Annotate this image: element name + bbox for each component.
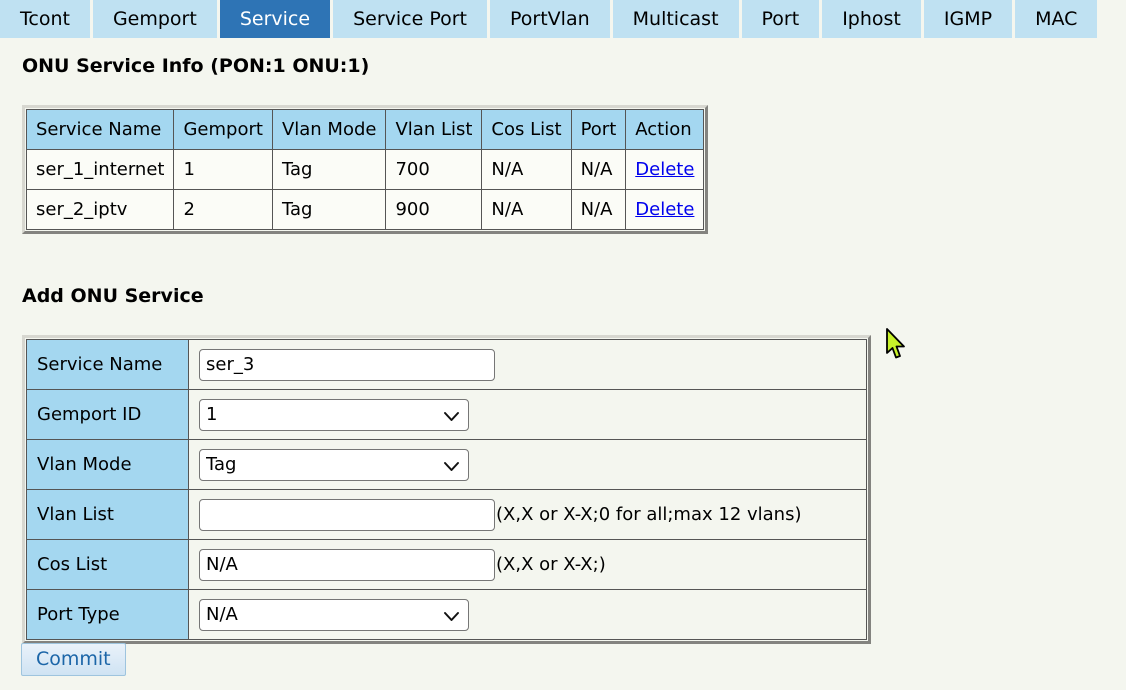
cell-vlan-mode: Tag	[272, 150, 386, 190]
vlan-list-hint: (X,X or X-X;0 for all;max 12 vlans)	[495, 504, 802, 525]
tab-igmp[interactable]: IGMP	[924, 0, 1012, 38]
cell-cos-list: N/A	[482, 150, 571, 190]
form-row-port-type: Port Type N/A	[27, 590, 867, 640]
cell-service-name: ser_1_internet	[27, 150, 174, 190]
cell-gemport: 1	[174, 150, 272, 190]
field-cos-list: (X,X or X-X;)	[189, 540, 867, 590]
add-onu-service-form-table: Service Name Gemport ID 1	[26, 339, 867, 640]
tab-mac[interactable]: MAC	[1015, 0, 1097, 38]
column-header-service-name: Service Name	[27, 110, 174, 150]
page-root: Tcont Gemport Service Service Port PortV…	[0, 0, 1126, 690]
tab-gemport[interactable]: Gemport	[93, 0, 217, 38]
mouse-cursor	[885, 328, 909, 366]
cell-port: N/A	[571, 190, 626, 230]
add-onu-service-heading: Add ONU Service	[22, 285, 204, 307]
cell-port: N/A	[571, 150, 626, 190]
column-header-action: Action	[626, 110, 704, 150]
cell-vlan-mode: Tag	[272, 190, 386, 230]
commit-button[interactable]: Commit	[21, 643, 126, 676]
form-row-service-name: Service Name	[27, 340, 867, 390]
cell-gemport: 2	[174, 190, 272, 230]
table-row: ser_2_iptv 2 Tag 900 N/A N/A Delete	[27, 190, 704, 230]
field-vlan-mode: Tag	[189, 440, 867, 490]
onu-service-info-table: Service Name Gemport Vlan Mode Vlan List…	[26, 109, 704, 230]
cell-action: Delete	[626, 190, 704, 230]
delete-link[interactable]: Delete	[635, 159, 694, 180]
onu-service-info-table-container: Service Name Gemport Vlan Mode Vlan List…	[22, 105, 708, 234]
form-row-gemport-id: Gemport ID 1	[27, 390, 867, 440]
tab-bar: Tcont Gemport Service Service Port PortV…	[0, 0, 1126, 38]
cos-list-input[interactable]	[199, 549, 495, 581]
vlan-list-input[interactable]	[199, 499, 495, 531]
form-row-vlan-mode: Vlan Mode Tag	[27, 440, 867, 490]
tab-iphost[interactable]: Iphost	[822, 0, 921, 38]
tab-service[interactable]: Service	[220, 0, 330, 38]
form-row-vlan-list: Vlan List (X,X or X-X;0 for all;max 12 v…	[27, 490, 867, 540]
field-service-name	[189, 340, 867, 390]
tab-service-port[interactable]: Service Port	[333, 0, 487, 38]
column-header-vlan-list: Vlan List	[386, 110, 482, 150]
field-port-type: N/A	[189, 590, 867, 640]
label-port-type: Port Type	[27, 590, 189, 640]
gemport-id-select[interactable]: 1	[199, 399, 469, 431]
label-vlan-mode: Vlan Mode	[27, 440, 189, 490]
field-gemport-id: 1	[189, 390, 867, 440]
cell-action: Delete	[626, 150, 704, 190]
column-header-vlan-mode: Vlan Mode	[272, 110, 386, 150]
vlan-mode-select[interactable]: Tag	[199, 449, 469, 481]
form-row-cos-list: Cos List (X,X or X-X;)	[27, 540, 867, 590]
tab-tcont[interactable]: Tcont	[0, 0, 90, 38]
cos-list-hint: (X,X or X-X;)	[495, 554, 606, 575]
cell-vlan-list: 900	[386, 190, 482, 230]
column-header-port: Port	[571, 110, 626, 150]
label-gemport-id: Gemport ID	[27, 390, 189, 440]
vlan-mode-select-wrapper: Tag	[199, 449, 469, 481]
column-header-cos-list: Cos List	[482, 110, 571, 150]
tab-portvlan[interactable]: PortVlan	[490, 0, 610, 38]
delete-link[interactable]: Delete	[635, 199, 694, 220]
field-vlan-list: (X,X or X-X;0 for all;max 12 vlans)	[189, 490, 867, 540]
table-header-row: Service Name Gemport Vlan Mode Vlan List…	[27, 110, 704, 150]
label-cos-list: Cos List	[27, 540, 189, 590]
port-type-select-wrapper: N/A	[199, 599, 469, 631]
column-header-gemport: Gemport	[174, 110, 272, 150]
gemport-id-select-wrapper: 1	[199, 399, 469, 431]
cell-cos-list: N/A	[482, 190, 571, 230]
table-row: ser_1_internet 1 Tag 700 N/A N/A Delete	[27, 150, 704, 190]
service-name-input[interactable]	[199, 349, 495, 381]
cell-vlan-list: 700	[386, 150, 482, 190]
label-vlan-list: Vlan List	[27, 490, 189, 540]
tab-port[interactable]: Port	[742, 0, 820, 38]
cell-service-name: ser_2_iptv	[27, 190, 174, 230]
add-onu-service-form-container: Service Name Gemport ID 1	[22, 335, 871, 644]
tab-multicast[interactable]: Multicast	[613, 0, 739, 38]
port-type-select[interactable]: N/A	[199, 599, 469, 631]
label-service-name: Service Name	[27, 340, 189, 390]
onu-service-info-heading: ONU Service Info (PON:1 ONU:1)	[22, 55, 369, 77]
